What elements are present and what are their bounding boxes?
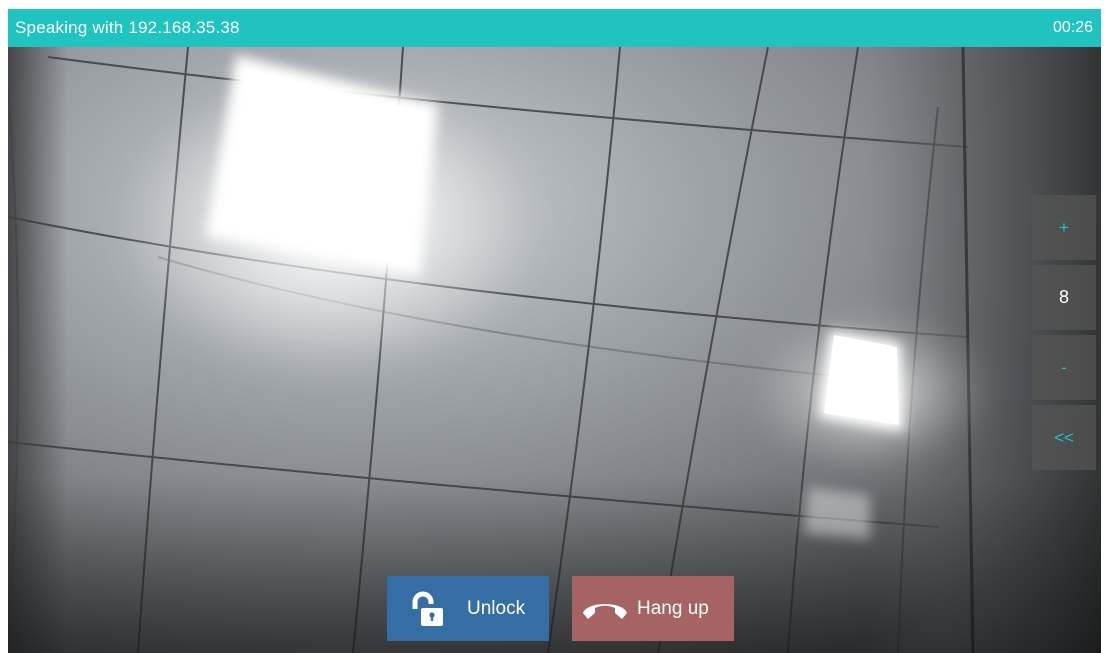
zoom-out-button[interactable]: -: [1032, 335, 1096, 400]
zoom-in-button[interactable]: +: [1032, 195, 1096, 260]
unlocked-padlock-icon: [407, 589, 447, 629]
zoom-control-panel: + 8 - <<: [1032, 195, 1096, 475]
hang-up-button[interactable]: Hang up: [572, 576, 734, 641]
hang-up-label: Hang up: [637, 597, 709, 619]
video-feed: [8, 47, 1101, 653]
call-title: Speaking with 192.168.35.38: [15, 18, 240, 37]
phone-hangup-icon: [581, 596, 629, 622]
unlock-button[interactable]: Unlock: [387, 576, 549, 641]
unlock-label: Unlock: [467, 597, 526, 619]
call-timer: 00:26: [1052, 19, 1093, 36]
zoom-level-value: 8: [1032, 265, 1096, 330]
call-action-bar: Unlock Hang up: [387, 576, 734, 641]
call-header: Speaking with 192.168.35.38 00:26: [8, 9, 1101, 47]
intercom-call-screen: Speaking with 192.168.35.38 00:26 + 8 - …: [8, 9, 1101, 653]
collapse-panel-button[interactable]: <<: [1032, 405, 1096, 470]
camera-image: [8, 47, 1101, 653]
